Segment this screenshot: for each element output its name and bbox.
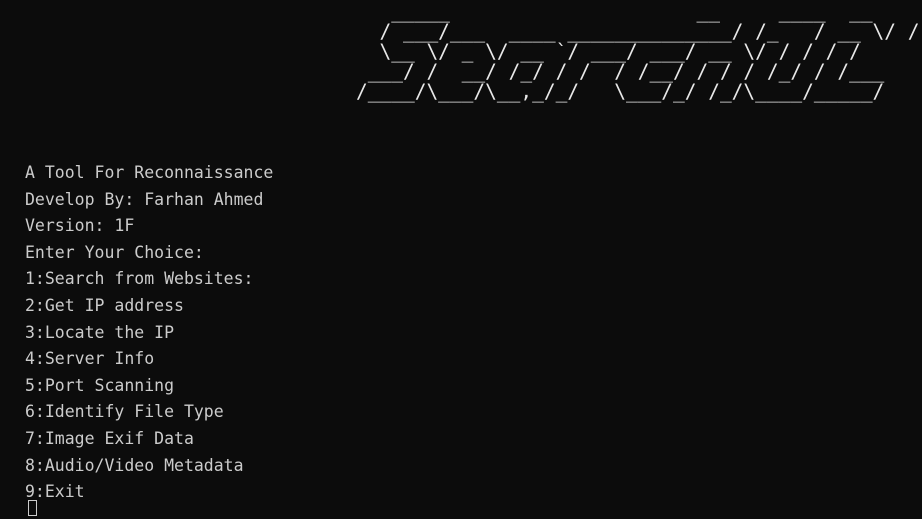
- menu-option-exit: 9:Exit: [25, 482, 85, 502]
- developer-credit: Develop By: Farhan Ahmed: [25, 189, 264, 209]
- menu-option-image-exif: 7:Image Exif Data: [25, 428, 194, 448]
- terminal-window[interactable]: _____ __ ____ __ / ___/___ ____ ________…: [0, 0, 922, 519]
- menu-option-audio-video-metadata: 8:Audio/Video Metadata: [25, 455, 244, 475]
- menu-option-search-websites: 1:Search from Websites:: [25, 269, 254, 289]
- tool-description: A Tool For Reconnaissance: [25, 163, 274, 182]
- terminal-output: A Tool For Reconnaissance Develop By: Fa…: [25, 160, 273, 506]
- choice-prompt: Enter Your Choice:: [25, 242, 204, 262]
- menu-option-port-scanning: 5:Port Scanning: [25, 375, 175, 395]
- menu-option-identify-file-type: 6:Identify File Type: [25, 402, 224, 422]
- text-cursor[interactable]: [28, 500, 37, 516]
- menu-option-locate-ip: 3:Locate the IP: [25, 322, 175, 342]
- ascii-banner: _____ __ ____ __ / ___/___ ____ ________…: [356, 0, 920, 103]
- version-line: Version: 1F: [25, 216, 135, 236]
- menu-option-server-info: 4:Server Info: [25, 349, 155, 369]
- menu-option-get-ip: 2:Get IP address: [25, 295, 184, 315]
